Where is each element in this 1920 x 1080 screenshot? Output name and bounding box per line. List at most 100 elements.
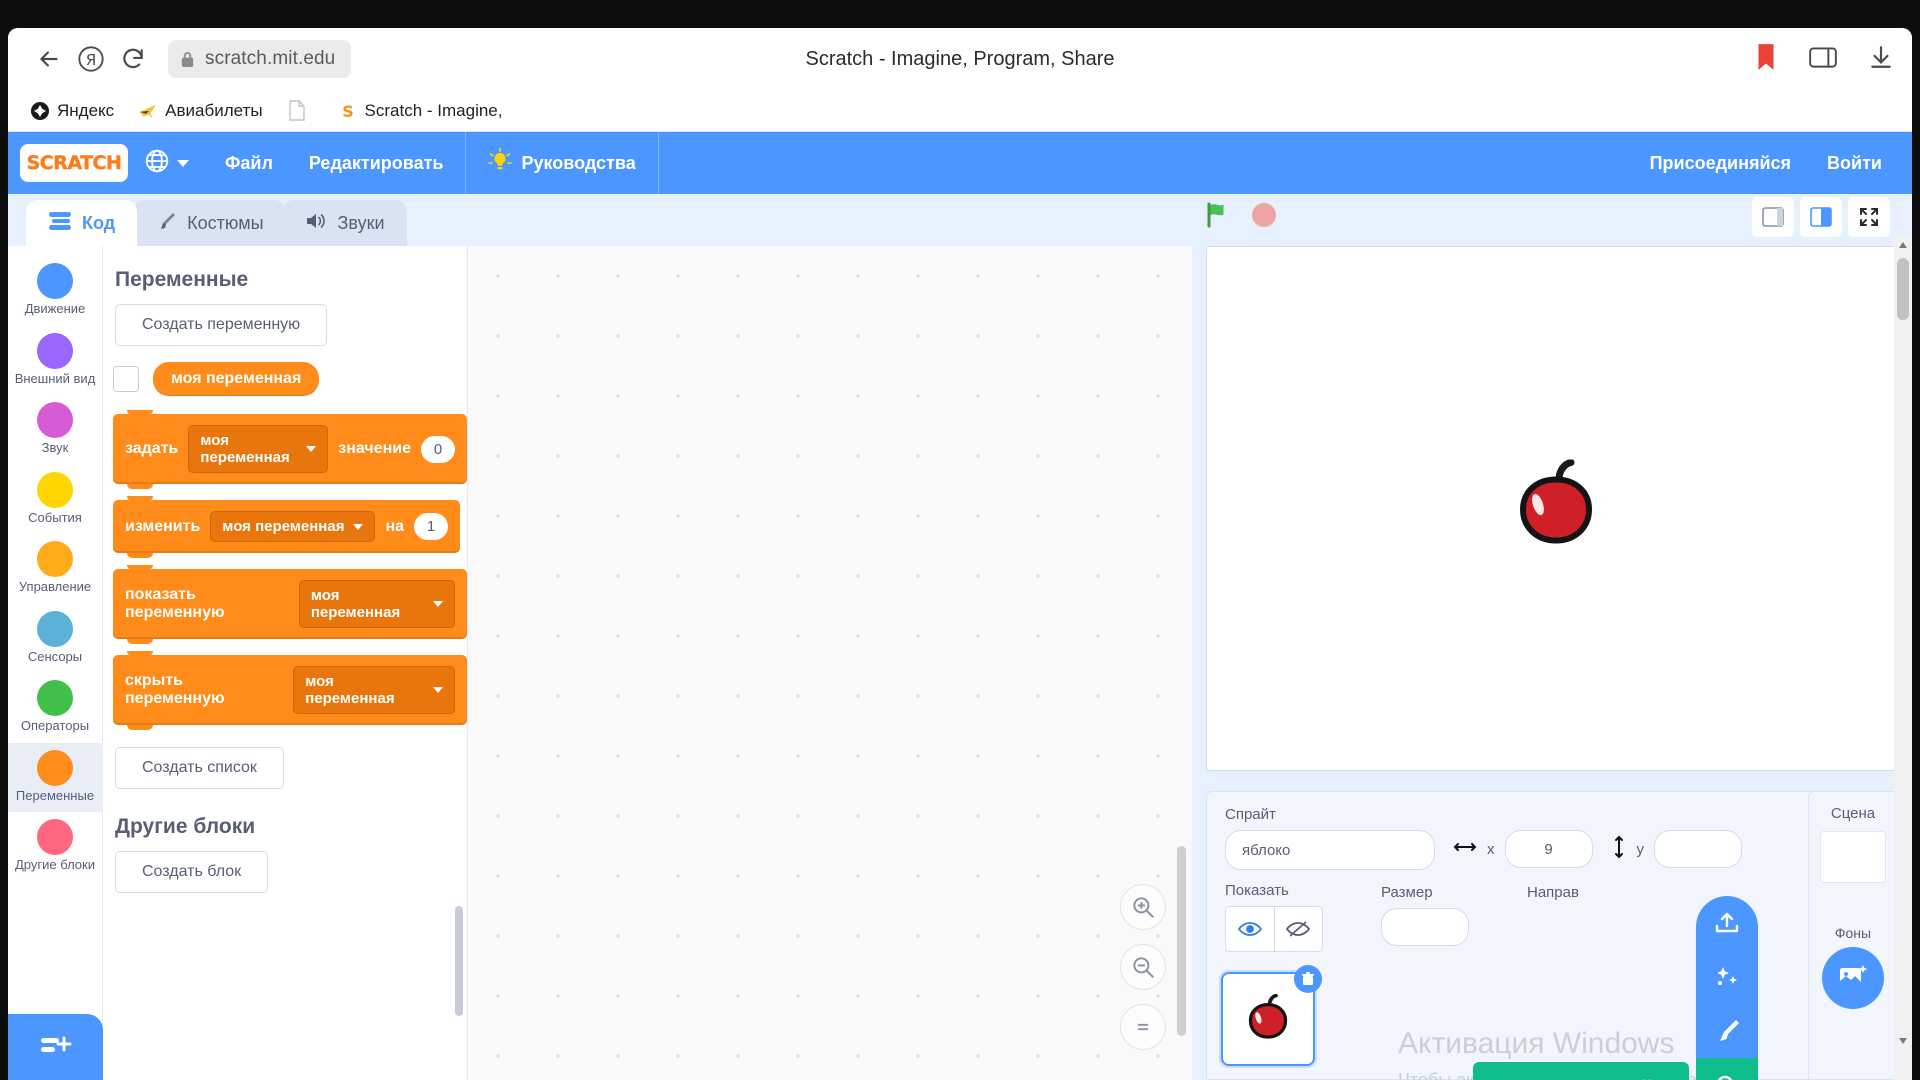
sprite-y-input[interactable]: [1654, 830, 1742, 868]
menu-edit[interactable]: Редактировать: [291, 132, 462, 194]
palette-scrollbar[interactable]: [455, 906, 463, 1016]
editor-body: Движение Внешний вид Звук События Управл…: [8, 246, 1912, 1080]
page-scrollbar[interactable]: [1894, 236, 1912, 1080]
paint-sprite-icon[interactable]: [1696, 1004, 1758, 1058]
create-variable-button[interactable]: Создать переменную: [115, 304, 328, 346]
bookmark-aviabilety[interactable]: Авиабилеты: [130, 97, 270, 125]
search-sprite-icon[interactable]: [1696, 1058, 1758, 1080]
category-events[interactable]: События: [8, 465, 103, 535]
apple-image[interactable]: [1506, 458, 1606, 558]
bookmark-blank[interactable]: [279, 97, 322, 125]
join-scratch-button[interactable]: Присоединяйся: [1650, 132, 1791, 194]
category-looks[interactable]: Внешний вид: [8, 326, 103, 396]
category-myblocks[interactable]: Другие блоки: [8, 812, 103, 882]
block-variable-dropdown[interactable]: моя переменная: [188, 425, 329, 473]
category-color-dot: [37, 332, 73, 369]
block-variable-dropdown[interactable]: моя переменная: [293, 666, 455, 714]
green-flag-icon[interactable]: [1203, 200, 1233, 235]
sprite-thumb-image: [1248, 994, 1288, 1039]
address-bar[interactable]: scratch.mit.edu: [168, 40, 352, 78]
block-label-pre: показать переменную: [125, 586, 225, 621]
tab-code-label: Код: [82, 212, 116, 233]
reload-icon[interactable]: [112, 38, 154, 80]
tab-sounds[interactable]: Звуки: [281, 200, 407, 246]
scroll-down-icon[interactable]: [1894, 1032, 1912, 1050]
menu-file[interactable]: Файл: [207, 132, 291, 194]
workspace-vertical-scrollbar[interactable]: [1177, 846, 1186, 1036]
tab-costumes-label: Костюмы: [187, 212, 264, 233]
variable-monitor-checkbox[interactable]: [113, 366, 139, 392]
block-variable-dropdown[interactable]: моя переменная: [298, 580, 455, 628]
block-value-input[interactable]: 1: [414, 513, 449, 540]
trash-icon[interactable]: [1294, 965, 1322, 993]
create-list-button[interactable]: Создать список: [115, 747, 284, 789]
zoom-out-icon[interactable]: [1120, 944, 1166, 990]
create-block-button[interactable]: Создать блок: [115, 851, 269, 893]
category-label: Внешний вид: [14, 370, 96, 386]
category-operators[interactable]: Операторы: [8, 673, 103, 743]
download-icon[interactable]: [1868, 44, 1894, 75]
sprite-x-input[interactable]: 9: [1504, 830, 1593, 868]
category-sensing[interactable]: Сенсоры: [8, 604, 103, 674]
category-motion[interactable]: Движение: [8, 256, 103, 326]
language-selector[interactable]: [126, 132, 207, 194]
category-label: Управление: [18, 579, 92, 595]
fullscreen-icon[interactable]: [1848, 197, 1890, 237]
signin-button[interactable]: Войти: [1827, 132, 1882, 194]
stage-canvas[interactable]: [1206, 246, 1906, 771]
category-color-dot: [37, 610, 73, 647]
block-change-variable[interactable]: изменить моя переменная на 1: [113, 496, 461, 558]
add-extension-icon[interactable]: [8, 1014, 103, 1080]
block-show-variable[interactable]: показать переменную моя переменная: [113, 565, 467, 644]
collections-icon[interactable]: [1808, 44, 1838, 75]
eye-hidden-icon[interactable]: [1273, 907, 1322, 951]
scroll-up-icon[interactable]: [1894, 236, 1912, 254]
surprise-sprite-icon[interactable]: [1696, 950, 1758, 1004]
eye-visible-icon[interactable]: [1226, 907, 1274, 951]
sprite-thumbnail-apple[interactable]: [1221, 965, 1322, 1066]
bookmark-scratch[interactable]: S Scratch - Imagine,: [330, 97, 511, 125]
bookmark-flag-icon[interactable]: [1754, 43, 1778, 76]
stage-selector-pane: Сцена Фоны: [1808, 791, 1898, 1080]
yandex-logo-icon[interactable]: Я: [70, 38, 112, 80]
sprite-size-input[interactable]: [1381, 908, 1469, 946]
stage-run-controls: [1203, 200, 1279, 235]
tab-code[interactable]: Код: [26, 200, 138, 246]
tab-costumes[interactable]: Костюмы: [133, 200, 286, 246]
variable-reporter-block[interactable]: моя переменная: [153, 362, 320, 396]
block-label-pre: скрыть переменную: [125, 672, 225, 707]
choose-backdrop-icon[interactable]: [1822, 947, 1884, 1009]
upload-sprite-icon[interactable]: [1696, 896, 1758, 950]
bookmark-yandex[interactable]: Яндекс: [22, 97, 122, 125]
menu-tutorials-label: Руководства: [521, 152, 636, 173]
back-arrow-icon[interactable]: [28, 38, 70, 80]
sprite-name-input[interactable]: яблоко: [1225, 830, 1435, 870]
page-scrollbar-thumb[interactable]: [1897, 258, 1909, 320]
category-control[interactable]: Управление: [8, 534, 103, 604]
category-label: Переменные: [15, 787, 95, 803]
sprite-x-group: x 9: [1453, 830, 1593, 868]
category-color-dot: [37, 471, 73, 508]
tab-sounds-label: Звуки: [337, 212, 385, 233]
chevron-down-icon: [353, 523, 364, 530]
stop-sign-icon[interactable]: [1249, 200, 1279, 235]
block-variable-dropdown[interactable]: моя переменная: [210, 511, 376, 542]
block-hide-variable[interactable]: скрыть переменную моя переменная: [113, 651, 467, 730]
block-set-variable[interactable]: задать моя переменная значение 0: [113, 410, 467, 489]
zoom-reset-icon[interactable]: [1120, 1004, 1166, 1050]
block-palette[interactable]: Переменные Создать переменную моя переме…: [103, 246, 468, 1080]
category-variables[interactable]: Переменные: [8, 742, 103, 813]
zoom-in-icon[interactable]: [1120, 884, 1166, 930]
small-stage-icon[interactable]: [1752, 197, 1794, 237]
category-sound[interactable]: Звук: [8, 395, 103, 465]
block-category-list: Движение Внешний вид Звук События Управл…: [8, 246, 103, 1080]
category-label: Звук: [41, 440, 69, 456]
stage-backdrop-thumbnail[interactable]: [1820, 831, 1886, 883]
block-value-input[interactable]: 0: [421, 435, 455, 463]
menu-tutorials[interactable]: Руководства: [470, 132, 653, 194]
large-stage-icon[interactable]: [1800, 197, 1842, 237]
scratch-logo[interactable]: SCRATCH: [22, 146, 126, 180]
stage-column: Спрайт яблоко x 9 y Показать Размер Напр…: [1192, 246, 1912, 1080]
code-workspace[interactable]: [468, 246, 1192, 1080]
menu-divider: [465, 132, 467, 194]
